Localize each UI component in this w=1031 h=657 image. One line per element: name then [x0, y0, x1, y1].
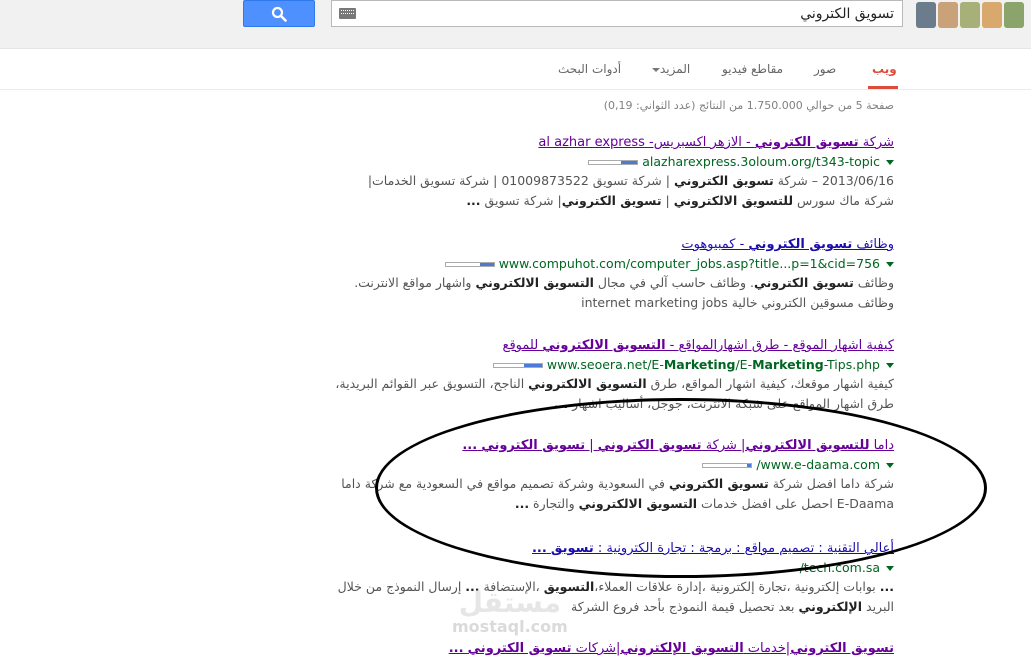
result-url-text: www.seoera.net/E-Marketing/E-Marketing-T… — [546, 357, 880, 372]
search-query: تسويق الكتروني — [800, 6, 894, 22]
result-title-link[interactable]: تسويق الكتروني|خدمات التسويق الإلكتروني|… — [334, 640, 894, 657]
result-title-link[interactable]: وظائف تسويق الكتروني - كمبيوهوت — [334, 236, 894, 253]
search-result: تسويق الكتروني|خدمات التسويق الإلكتروني|… — [334, 640, 894, 657]
search-button[interactable] — [243, 0, 315, 27]
result-stats: صفحة 5 من حوالي 1.750.000 من النتائج (عد… — [603, 99, 894, 112]
pagerank-bar — [492, 363, 543, 368]
pagerank-bar — [588, 160, 639, 165]
result-url: www.seoera.net/E-Marketing/E-Marketing-T… — [334, 356, 894, 373]
keyboard-icon[interactable] — [339, 8, 356, 19]
result-snippet: وظائف تسويق الكتروني. وظائف حاسب آلي في … — [354, 275, 894, 310]
tab-more[interactable]: المزيد — [648, 62, 690, 76]
highlight-ellipse — [375, 398, 987, 578]
dropdown-arrow-icon[interactable] — [886, 363, 894, 368]
pagerank-bar — [444, 262, 495, 267]
watermark: مستقل mostaql.com — [452, 588, 568, 636]
result-snippet: ... بوابات إلكترونية ،تجارة إلكترونية ،إ… — [337, 579, 894, 614]
result-url-text: www.compuhot.com/computer_jobs.asp?title… — [498, 256, 880, 271]
tab-web[interactable]: ويب — [872, 62, 897, 76]
watermark-english: mostaql.com — [452, 617, 568, 636]
dropdown-arrow-icon[interactable] — [886, 262, 894, 267]
result-title-link[interactable]: كيفية اشهار الموقع - طرق اشهارالمواقع - … — [334, 337, 894, 354]
result-url: alazharexpress.3oloum.org/t343-topic — [334, 153, 894, 170]
tab-videos[interactable]: مقاطع فيديو — [722, 62, 783, 76]
search-icon — [271, 6, 287, 22]
tab-more-label: المزيد — [660, 62, 691, 76]
result-snippet: 2013/06/16 – شركة تسويق الكتروني | شركة … — [367, 173, 894, 208]
dropdown-arrow-icon[interactable] — [886, 566, 894, 571]
search-result: وظائف تسويق الكتروني - كمبيوهوت www.comp… — [334, 236, 894, 313]
result-url: www.compuhot.com/computer_jobs.asp?title… — [334, 255, 894, 272]
watermark-arabic: مستقل — [458, 586, 562, 619]
result-url-text: alazharexpress.3oloum.org/t343-topic — [642, 154, 880, 169]
chevron-down-icon — [652, 67, 660, 72]
dropdown-arrow-icon[interactable] — [886, 160, 894, 165]
tab-search-tools[interactable]: أدوات البحث — [558, 62, 621, 76]
search-input[interactable]: تسويق الكتروني — [331, 0, 903, 27]
search-result: شركة تسويق الكتروني - الازهر اكسبريس- al… — [334, 134, 894, 211]
search-tabs: ويب صور مقاطع فيديو المزيد أدوات البحث — [0, 49, 1031, 90]
active-tab-indicator — [868, 86, 898, 89]
tab-images[interactable]: صور — [814, 62, 836, 76]
top-bar: تسويق الكتروني — [0, 0, 1031, 49]
logo-image[interactable] — [916, 2, 1024, 28]
result-title-link[interactable]: شركة تسويق الكتروني - الازهر اكسبريس- al… — [334, 134, 894, 151]
